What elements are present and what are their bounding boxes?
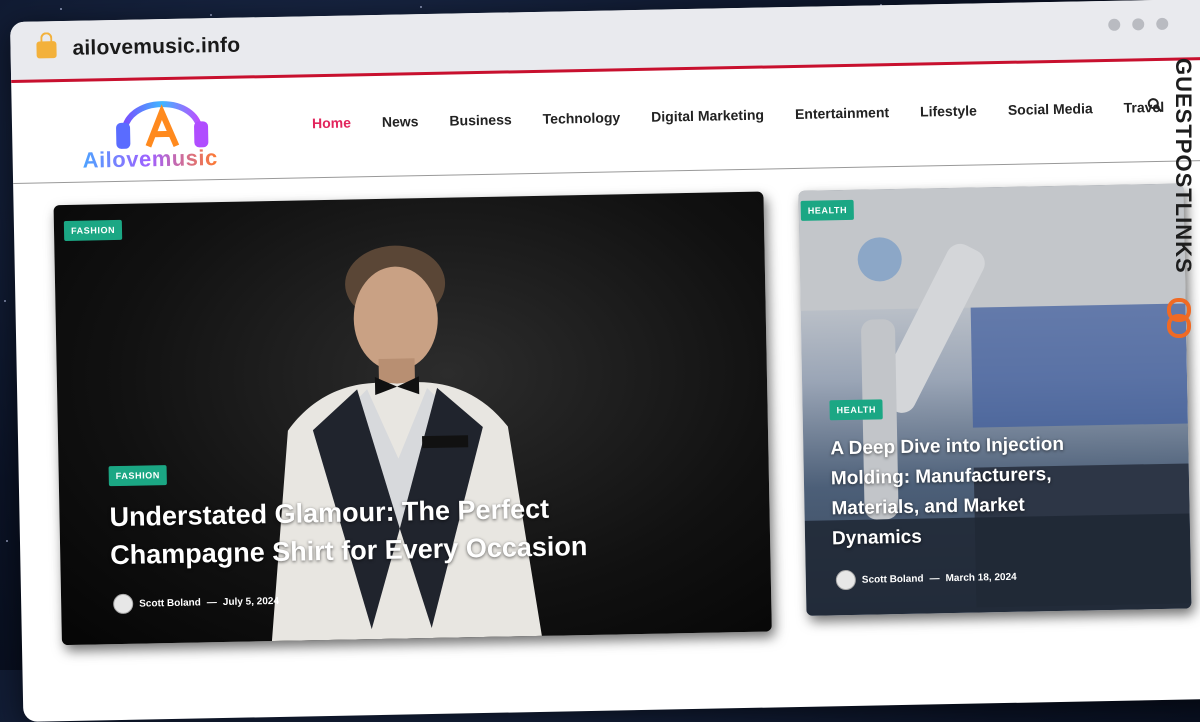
author-avatar bbox=[113, 593, 134, 615]
guestpostlinks-watermark: GUESTPOSTLINKS bbox=[1158, 58, 1198, 358]
nav-item-news[interactable]: News bbox=[382, 113, 419, 130]
hero-image bbox=[271, 245, 542, 642]
category-tag[interactable]: HEALTH bbox=[829, 399, 884, 421]
window-dot-icon[interactable] bbox=[1156, 17, 1169, 30]
side-title-line: Materials, and Market bbox=[831, 494, 1025, 520]
site-logo-text: Ailovemusic bbox=[82, 145, 218, 173]
meta-separator: — bbox=[206, 596, 217, 608]
meta-separator: — bbox=[929, 572, 940, 584]
address-bar[interactable]: ailovemusic.info bbox=[72, 34, 240, 61]
side-title-line: Molding: Manufacturers, bbox=[830, 464, 1052, 490]
window-controls bbox=[1108, 17, 1169, 31]
nav-item-home[interactable]: Home bbox=[312, 114, 351, 131]
nav-item-social-media[interactable]: Social Media bbox=[1008, 100, 1093, 118]
chain-link-icon bbox=[1167, 298, 1191, 338]
nav-item-technology[interactable]: Technology bbox=[543, 109, 621, 126]
side-post-title[interactable]: A Deep Dive into Injection Molding: Manu… bbox=[830, 430, 1066, 554]
hero-post[interactable]: FASHION FASHION Understated Glamour: The… bbox=[53, 191, 772, 646]
watermark-text: GUESTPOSTLINKS bbox=[1171, 58, 1196, 274]
nav-item-lifestyle[interactable]: Lifestyle bbox=[920, 102, 977, 119]
author-name[interactable]: Scott Boland bbox=[139, 597, 201, 609]
headphones-logo-icon bbox=[116, 101, 209, 149]
browser-window: ailovemusic.info Ailovemusic Home News B… bbox=[10, 0, 1200, 722]
post-meta: Scott Boland — July 5, 2024 bbox=[113, 591, 280, 615]
side-post[interactable]: HEALTH HEALTH A Deep Dive into Injection… bbox=[798, 183, 1192, 616]
lock-icon bbox=[36, 41, 57, 59]
featured-posts: FASHION FASHION Understated Glamour: The… bbox=[13, 160, 1200, 704]
window-dot-icon[interactable] bbox=[1108, 18, 1121, 31]
side-title-line: A Deep Dive into Injection bbox=[830, 433, 1065, 460]
side-title-line: Dynamics bbox=[831, 526, 923, 550]
site-logo[interactable]: Ailovemusic bbox=[81, 83, 243, 180]
post-date: March 18, 2024 bbox=[945, 571, 1017, 584]
post-date: July 5, 2024 bbox=[222, 595, 280, 608]
author-name[interactable]: Scott Boland bbox=[862, 573, 924, 585]
category-tag-corner[interactable]: HEALTH bbox=[800, 199, 855, 221]
hero-post-title[interactable]: Understated Glamour: The Perfect Champag… bbox=[109, 489, 588, 574]
main-navigation: Home News Business Technology Digital Ma… bbox=[312, 99, 1164, 131]
category-tag[interactable]: FASHION bbox=[108, 465, 168, 487]
post-meta: Scott Boland — March 18, 2024 bbox=[835, 567, 1017, 591]
author-avatar bbox=[835, 569, 857, 591]
nav-item-business[interactable]: Business bbox=[449, 111, 512, 128]
category-tag-corner[interactable]: FASHION bbox=[63, 219, 123, 241]
window-dot-icon[interactable] bbox=[1132, 18, 1145, 31]
nav-item-digital-marketing[interactable]: Digital Marketing bbox=[651, 107, 764, 125]
nav-item-entertainment[interactable]: Entertainment bbox=[795, 104, 889, 122]
